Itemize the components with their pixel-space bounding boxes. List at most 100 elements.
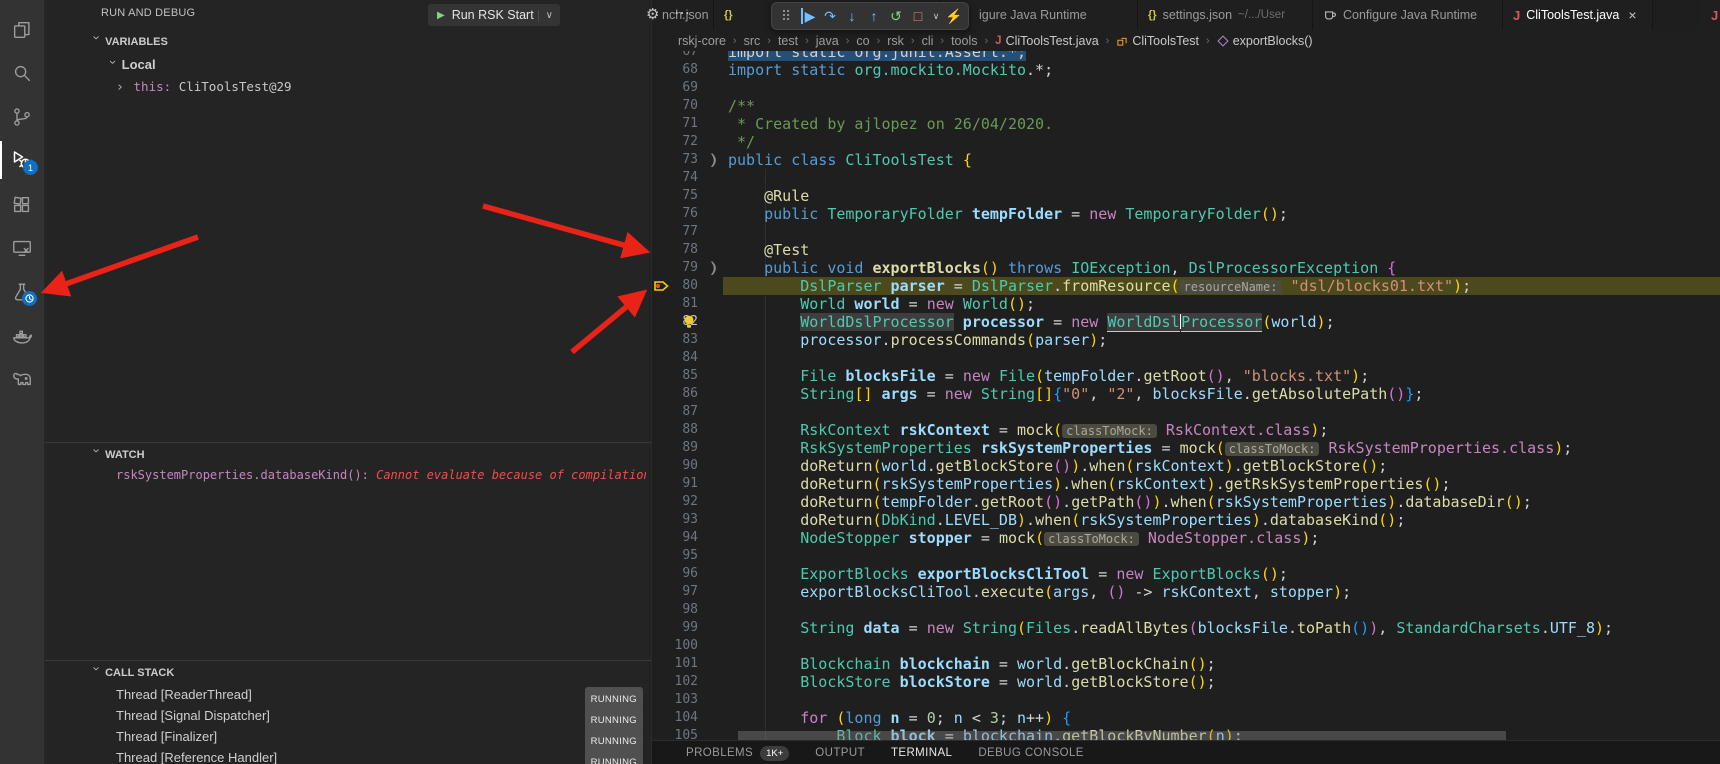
code-editor[interactable]: 67import static org.junit.Assert.*;68imp… — [652, 0, 1720, 740]
call-stack-thread[interactable]: Thread [Reference Handler]RUNNING — [44, 747, 651, 764]
docker-icon[interactable] — [0, 316, 44, 356]
panel-tab-bar: PROBLEMS1K+ OUTPUT TERMINAL DEBUG CONSOLE — [652, 740, 1720, 764]
code-line-74[interactable]: 74 — [652, 169, 1720, 187]
call-stack-section-header[interactable]: › CALL STACK — [44, 660, 651, 684]
run-and-debug-icon[interactable]: 1 — [0, 140, 44, 180]
call-stack-thread[interactable]: Thread [ReaderThread]RUNNING — [44, 684, 651, 705]
code-line-76[interactable]: 76 public TemporaryFolder tempFolder = n… — [652, 205, 1720, 223]
breadcrumb-item[interactable]: src — [744, 34, 761, 48]
code-line-99[interactable]: 99 String data = new String(Files.readAl… — [652, 619, 1720, 637]
close-icon[interactable]: × — [1628, 7, 1636, 23]
code-line-68[interactable]: 68import static org.mockito.Mockito.*; — [652, 61, 1720, 79]
restart-button[interactable]: ↺ — [885, 4, 907, 28]
breadcrumb-item[interactable]: cli — [922, 34, 934, 48]
tab-clitoolstest[interactable]: JCliToolsTest.java× — [1503, 0, 1653, 30]
remote-explorer-icon[interactable] — [0, 228, 44, 268]
source-control-icon[interactable] — [0, 97, 44, 137]
activity-bar: 1 — [0, 0, 45, 764]
code-line-96[interactable]: 96 ExportBlocks exportBlocksCliTool = ne… — [652, 565, 1720, 583]
testing-icon[interactable] — [0, 272, 44, 312]
code-line-69[interactable]: 69 — [652, 79, 1720, 97]
breadcrumb-item[interactable]: CliToolsTest — [1116, 34, 1199, 48]
tab-label: CliToolsTest.java — [1526, 8, 1619, 22]
code-line-98[interactable]: 98 — [652, 601, 1720, 619]
tab-settings-json[interactable]: {}settings.json~/.../User — [1138, 0, 1313, 30]
watch-expression-row[interactable]: rskSystemProperties.databaseKind(): Cann… — [116, 465, 646, 485]
call-stack-thread[interactable]: Thread [Signal Dispatcher]RUNNING — [44, 705, 651, 726]
code-line-72[interactable]: 72 */ — [652, 133, 1720, 151]
line-number: 96 — [666, 565, 698, 583]
breadcrumb-item[interactable]: rsk — [887, 34, 904, 48]
code-line-87[interactable]: 87 — [652, 403, 1720, 421]
more-actions-icon[interactable]: ⋯ — [674, 3, 690, 23]
test-pending-clock-badge — [22, 291, 37, 306]
breadcrumb-item[interactable]: tools — [951, 34, 977, 48]
code-line-75[interactable]: 75 @Rule — [652, 187, 1720, 205]
code-line-97[interactable]: 97 exportBlocksCliTool.execute(args, () … — [652, 583, 1720, 601]
code-line-73[interactable]: )73public class CliToolsTest { — [652, 151, 1720, 169]
code-line-88[interactable]: 88 RskContext rskContext = mock(classToM… — [652, 421, 1720, 439]
code-line-83[interactable]: 83 processor.processCommands(parser); — [652, 331, 1720, 349]
fold-marker-icon[interactable]: ) — [707, 259, 721, 277]
variable-this[interactable]: › this: CliToolsTest@29 — [116, 77, 292, 97]
tab-cut[interactable]: J — [1701, 0, 1720, 30]
code-line-70[interactable]: 70/** — [652, 97, 1720, 115]
breadcrumb-item[interactable]: co — [856, 34, 869, 48]
code-line-77[interactable]: 77 — [652, 223, 1720, 241]
thread-name: Thread [Finalizer] — [116, 729, 217, 744]
hot-code-replace-button[interactable]: ⚡ — [943, 4, 965, 28]
gear-icon[interactable]: ⚙ — [646, 5, 659, 23]
code-line-84[interactable]: 84 — [652, 349, 1720, 367]
code-line-104[interactable]: 104 for (long n = 0; n < 3; n++) { — [652, 709, 1720, 727]
code-line-100[interactable]: 100 — [652, 637, 1720, 655]
code-line-91[interactable]: 91 doReturn(rskSystemProperties).when(rs… — [652, 475, 1720, 493]
code-line-80[interactable]: 80 DslParser parser = DslParser.fromReso… — [652, 277, 1720, 295]
code-line-92[interactable]: 92 doReturn(tempFolder.getRoot().getPath… — [652, 493, 1720, 511]
stop-dropdown-chevron[interactable]: ∨ — [929, 4, 943, 28]
panel-tab-output[interactable]: OUTPUT — [815, 747, 865, 759]
step-into-button[interactable]: ↓ — [841, 4, 863, 28]
code-line-78[interactable]: 78 @Test — [652, 241, 1720, 259]
code-line-79[interactable]: )79 public void exportBlocks() throws IO… — [652, 259, 1720, 277]
breadcrumb-item[interactable]: java — [816, 34, 839, 48]
code-line-90[interactable]: 90 doReturn(world.getBlockStore()).when(… — [652, 457, 1720, 475]
fold-marker-icon[interactable]: ) — [707, 151, 721, 169]
code-line-81[interactable]: 81 World world = new World(); — [652, 295, 1720, 313]
breadcrumb-item[interactable]: JCliToolsTest.java — [995, 34, 1099, 48]
code-line-102[interactable]: 102 BlockStore blockStore = world.getBlo… — [652, 673, 1720, 691]
code-line-93[interactable]: 93 doReturn(DbKind.LEVEL_DB).when(rskSys… — [652, 511, 1720, 529]
tab-configure-java-runtime-partial[interactable]: igure Java Runtime — [941, 0, 1138, 30]
extensions-icon[interactable] — [0, 185, 44, 225]
tab-configure-java-runtime[interactable]: Configure Java Runtime — [1313, 0, 1503, 30]
code-line-71[interactable]: 71 * Created by ajlopez on 26/04/2020. — [652, 115, 1720, 133]
continue-button[interactable]: ▶ — [797, 4, 819, 28]
code-line-85[interactable]: 85 File blocksFile = new File(tempFolder… — [652, 367, 1720, 385]
call-stack-thread[interactable]: Thread [Finalizer]RUNNING — [44, 726, 651, 747]
gradle-icon[interactable] — [0, 358, 44, 398]
step-out-button[interactable]: ↑ — [863, 4, 885, 28]
step-over-button[interactable]: ↷ — [819, 4, 841, 28]
panel-tab-debug-console[interactable]: DEBUG CONSOLE — [978, 747, 1084, 759]
tab-label: settings.json — [1163, 8, 1232, 22]
code-line-101[interactable]: 101 Blockchain blockchain = world.getBlo… — [652, 655, 1720, 673]
stop-button[interactable]: □ — [907, 4, 929, 28]
search-icon[interactable] — [0, 53, 44, 93]
run-config-dropdown[interactable]: ▶ Run RSK Start ∨ — [428, 4, 560, 26]
chevron-down-icon[interactable]: ∨ — [538, 10, 560, 21]
variables-section-header[interactable]: › VARIABLES — [44, 33, 651, 53]
code-line-89[interactable]: 89 RskSystemProperties rskSystemProperti… — [652, 439, 1720, 457]
panel-tab-problems[interactable]: PROBLEMS1K+ — [686, 746, 789, 761]
code-line-94[interactable]: 94 NodeStopper stopper = mock(classToMoc… — [652, 529, 1720, 547]
variables-scope-local[interactable]: › Local — [108, 55, 156, 75]
breadcrumb-item[interactable]: test — [778, 34, 798, 48]
drag-handle[interactable]: ⠿ — [775, 4, 797, 28]
breadcrumb-item[interactable]: exportBlocks() — [1217, 34, 1313, 48]
code-line-82[interactable]: 82 WorldDslProcessor processor = new Wor… — [652, 313, 1720, 331]
code-line-86[interactable]: 86 String[] args = new String[]{"0", "2"… — [652, 385, 1720, 403]
breadcrumb-item[interactable]: rskj-core — [678, 34, 726, 48]
code-line-95[interactable]: 95 — [652, 547, 1720, 565]
explorer-icon[interactable] — [0, 10, 44, 50]
code-line-103[interactable]: 103 — [652, 691, 1720, 709]
watch-section-header[interactable]: › WATCH — [44, 442, 651, 466]
panel-tab-terminal[interactable]: TERMINAL — [891, 747, 952, 759]
